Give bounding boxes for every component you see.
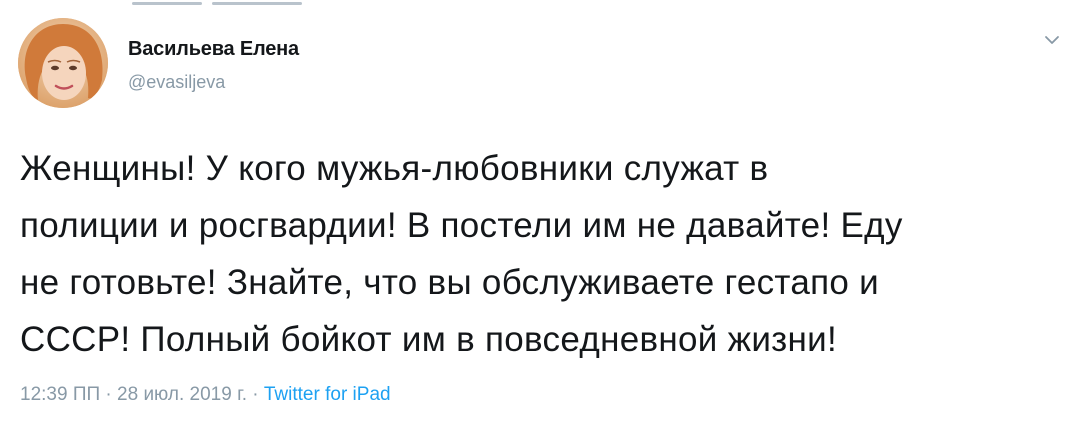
tweet-source-link[interactable]: Twitter for iPad [264, 384, 391, 405]
author-handle[interactable]: @evasiljeva [128, 72, 225, 93]
meta-separator: · [246, 384, 264, 405]
avatar-photo [18, 18, 108, 108]
chevron-down-icon[interactable] [1040, 28, 1064, 52]
previous-tweet-fragment [92, 0, 422, 8]
avatar[interactable] [18, 18, 108, 108]
tweet-metadata: 12:39 ПП · 28 июл. 2019 г. · Twitter for… [20, 384, 391, 406]
meta-separator: · [100, 384, 118, 405]
tweet-card: Васильева Елена @evasiljeva Женщины! У к… [0, 0, 1080, 434]
tweet-text: Женщины! У кого мужья-любовники служат в… [20, 149, 903, 359]
tweet-time[interactable]: 12:39 ПП [20, 384, 100, 405]
tweet-date[interactable]: 28 июл. 2019 г. [117, 384, 247, 405]
author-name[interactable]: Васильева Елена [128, 38, 299, 61]
